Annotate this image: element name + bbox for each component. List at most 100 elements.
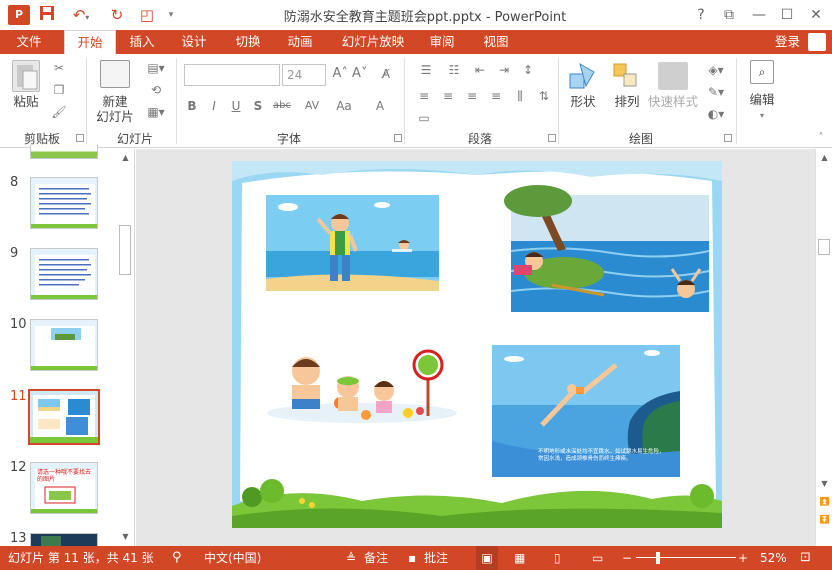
text-direction-icon[interactable]: ⇅: [534, 88, 554, 104]
scroll-down-icon[interactable]: ▼: [117, 530, 134, 544]
comments-button[interactable]: 批注: [424, 546, 448, 570]
close-button[interactable]: ✕: [803, 3, 829, 27]
clear-format-icon[interactable]: A̸: [376, 66, 396, 82]
tab-view[interactable]: 视图: [474, 30, 518, 54]
increase-indent-icon[interactable]: ⇥: [494, 62, 514, 78]
customize-icon[interactable]: ▾: [160, 5, 182, 25]
scroll-down-icon[interactable]: ▼: [816, 477, 832, 491]
font-launcher-icon[interactable]: [394, 134, 402, 142]
quick-styles-button[interactable]: 快速样式: [646, 94, 700, 109]
paragraph-launcher-icon[interactable]: [548, 134, 556, 142]
tab-transitions[interactable]: 切换: [226, 30, 270, 54]
zoom-slider[interactable]: [636, 557, 736, 558]
tab-design[interactable]: 设计: [172, 30, 216, 54]
align-left-icon[interactable]: ≡: [414, 88, 434, 104]
tab-animations[interactable]: 动画: [278, 30, 322, 54]
slide-thumbnail-7[interactable]: [30, 145, 98, 159]
slideshow-icon[interactable]: ▭: [592, 546, 603, 570]
shape-effects-icon[interactable]: ◐▾: [704, 106, 728, 122]
clipboard-launcher-icon[interactable]: [76, 134, 84, 142]
slide-editor[interactable]: 不明地形或水深处均不宜跳水。如试跳水易生危险，常因水浅，造成颈椎骨伤而终生瘫痪。: [136, 149, 815, 546]
arrange-button[interactable]: 排列: [608, 94, 646, 109]
slide-thumbnail-10[interactable]: [30, 319, 98, 371]
editing-button[interactable]: 编辑: [742, 92, 782, 107]
help-icon[interactable]: ?: [688, 3, 714, 27]
line-spacing-icon[interactable]: ↕: [518, 62, 538, 78]
new-slide-label-1[interactable]: 新建: [90, 94, 140, 109]
notes-icon[interactable]: ≜: [346, 546, 356, 570]
copy-icon[interactable]: ❐: [50, 82, 68, 98]
bullets-icon[interactable]: ☰: [414, 62, 438, 78]
section-icon[interactable]: ▦▾: [144, 104, 168, 120]
shadow-button[interactable]: S: [250, 98, 266, 114]
undo-icon[interactable]: ↶▾: [66, 5, 96, 25]
shape-outline-icon[interactable]: ✎▾: [704, 84, 728, 100]
scrollbar-thumb[interactable]: [818, 239, 830, 255]
format-painter-icon[interactable]: 🖌: [50, 104, 68, 120]
notes-button[interactable]: 备注: [364, 546, 388, 570]
spellcheck-icon[interactable]: ⚲: [172, 546, 182, 570]
align-center-icon[interactable]: ≡: [438, 88, 458, 104]
shapes-button[interactable]: 形状: [564, 94, 602, 109]
reset-icon[interactable]: ⟲: [144, 82, 168, 98]
save-icon[interactable]: [36, 5, 58, 25]
prev-slide-icon[interactable]: ⏫: [816, 495, 832, 509]
font-size-field[interactable]: 24: [282, 64, 326, 86]
slide-thumbnail-11-active[interactable]: [28, 389, 100, 445]
new-slide-label-2[interactable]: 幻灯片: [90, 109, 140, 124]
change-case-button[interactable]: Aa: [330, 98, 358, 114]
scroll-up-icon[interactable]: ▲: [117, 151, 134, 165]
slide-thumbnail-8[interactable]: [30, 177, 98, 229]
align-right-icon[interactable]: ≡: [462, 88, 482, 104]
tab-file[interactable]: 文件: [0, 30, 58, 54]
collapse-ribbon-icon[interactable]: ˄: [814, 130, 828, 146]
italic-button[interactable]: I: [206, 98, 222, 114]
numbering-icon[interactable]: ☷: [442, 62, 466, 78]
slide-thumbnail-13[interactable]: [30, 533, 98, 547]
columns-icon[interactable]: ⫼: [510, 88, 530, 104]
reading-view-icon[interactable]: ▯: [554, 546, 561, 570]
zoom-out-icon[interactable]: −: [622, 546, 632, 570]
login-link[interactable]: 登录: [775, 30, 800, 54]
normal-view-icon[interactable]: ▣: [476, 546, 498, 570]
slide-thumbnail-12[interactable]: 请选一种哦不要找去的图片: [30, 462, 98, 514]
tab-insert[interactable]: 插入: [120, 30, 164, 54]
font-color-button[interactable]: A: [370, 98, 390, 114]
char-spacing-button[interactable]: AV: [298, 98, 326, 114]
language-label[interactable]: 中文(中国): [204, 546, 261, 570]
font-grow-shrink-icon[interactable]: A˄ A˅: [330, 66, 370, 82]
minimize-button[interactable]: —: [746, 3, 772, 27]
find-binoculars-icon[interactable]: ⌕: [750, 60, 774, 84]
fit-to-window-icon[interactable]: ⊡: [800, 546, 811, 570]
present-icon[interactable]: ◰: [136, 5, 158, 25]
scrollbar-thumb[interactable]: [119, 225, 131, 275]
scroll-up-icon[interactable]: ▲: [816, 151, 832, 165]
tab-review[interactable]: 审阅: [420, 30, 464, 54]
strikethrough-button[interactable]: abc: [270, 98, 294, 114]
chevron-down-icon[interactable]: ▾: [752, 108, 772, 124]
underline-button[interactable]: U: [228, 98, 244, 114]
slide-sorter-icon[interactable]: ▦: [514, 546, 525, 570]
zoom-in-icon[interactable]: +: [738, 546, 748, 570]
shape-fill-icon[interactable]: ◈▾: [704, 62, 728, 78]
ribbon-display-icon[interactable]: ⧉: [716, 3, 742, 27]
next-slide-icon[interactable]: ⏬: [816, 513, 832, 527]
maximize-button[interactable]: ☐: [774, 3, 800, 27]
align-text-icon[interactable]: ▭: [414, 110, 434, 126]
justify-icon[interactable]: ≡: [486, 88, 506, 104]
current-slide[interactable]: 不明地形或水深处均不宜跳水。如试跳水易生危险，常因水浅，造成颈椎骨伤而终生瘫痪。: [232, 161, 722, 528]
paste-icon[interactable]: [12, 60, 40, 92]
thumbnail-scrollbar[interactable]: ▲ ▼: [117, 149, 134, 546]
user-icon[interactable]: [808, 33, 826, 51]
editor-scrollbar[interactable]: ▲ ▼ ⏫ ⏬: [815, 149, 832, 546]
zoom-slider-handle[interactable]: [656, 552, 660, 564]
font-name-field[interactable]: [184, 64, 280, 86]
quick-styles-icon[interactable]: [658, 62, 688, 90]
paste-button[interactable]: 粘贴: [10, 94, 42, 109]
drawing-launcher-icon[interactable]: [724, 134, 732, 142]
zoom-level[interactable]: 52%: [760, 546, 787, 570]
redo-icon[interactable]: ↻: [106, 5, 128, 25]
cut-icon[interactable]: ✂: [50, 60, 68, 76]
bold-button[interactable]: B: [184, 98, 200, 114]
tab-slideshow[interactable]: 幻灯片放映: [336, 30, 410, 54]
